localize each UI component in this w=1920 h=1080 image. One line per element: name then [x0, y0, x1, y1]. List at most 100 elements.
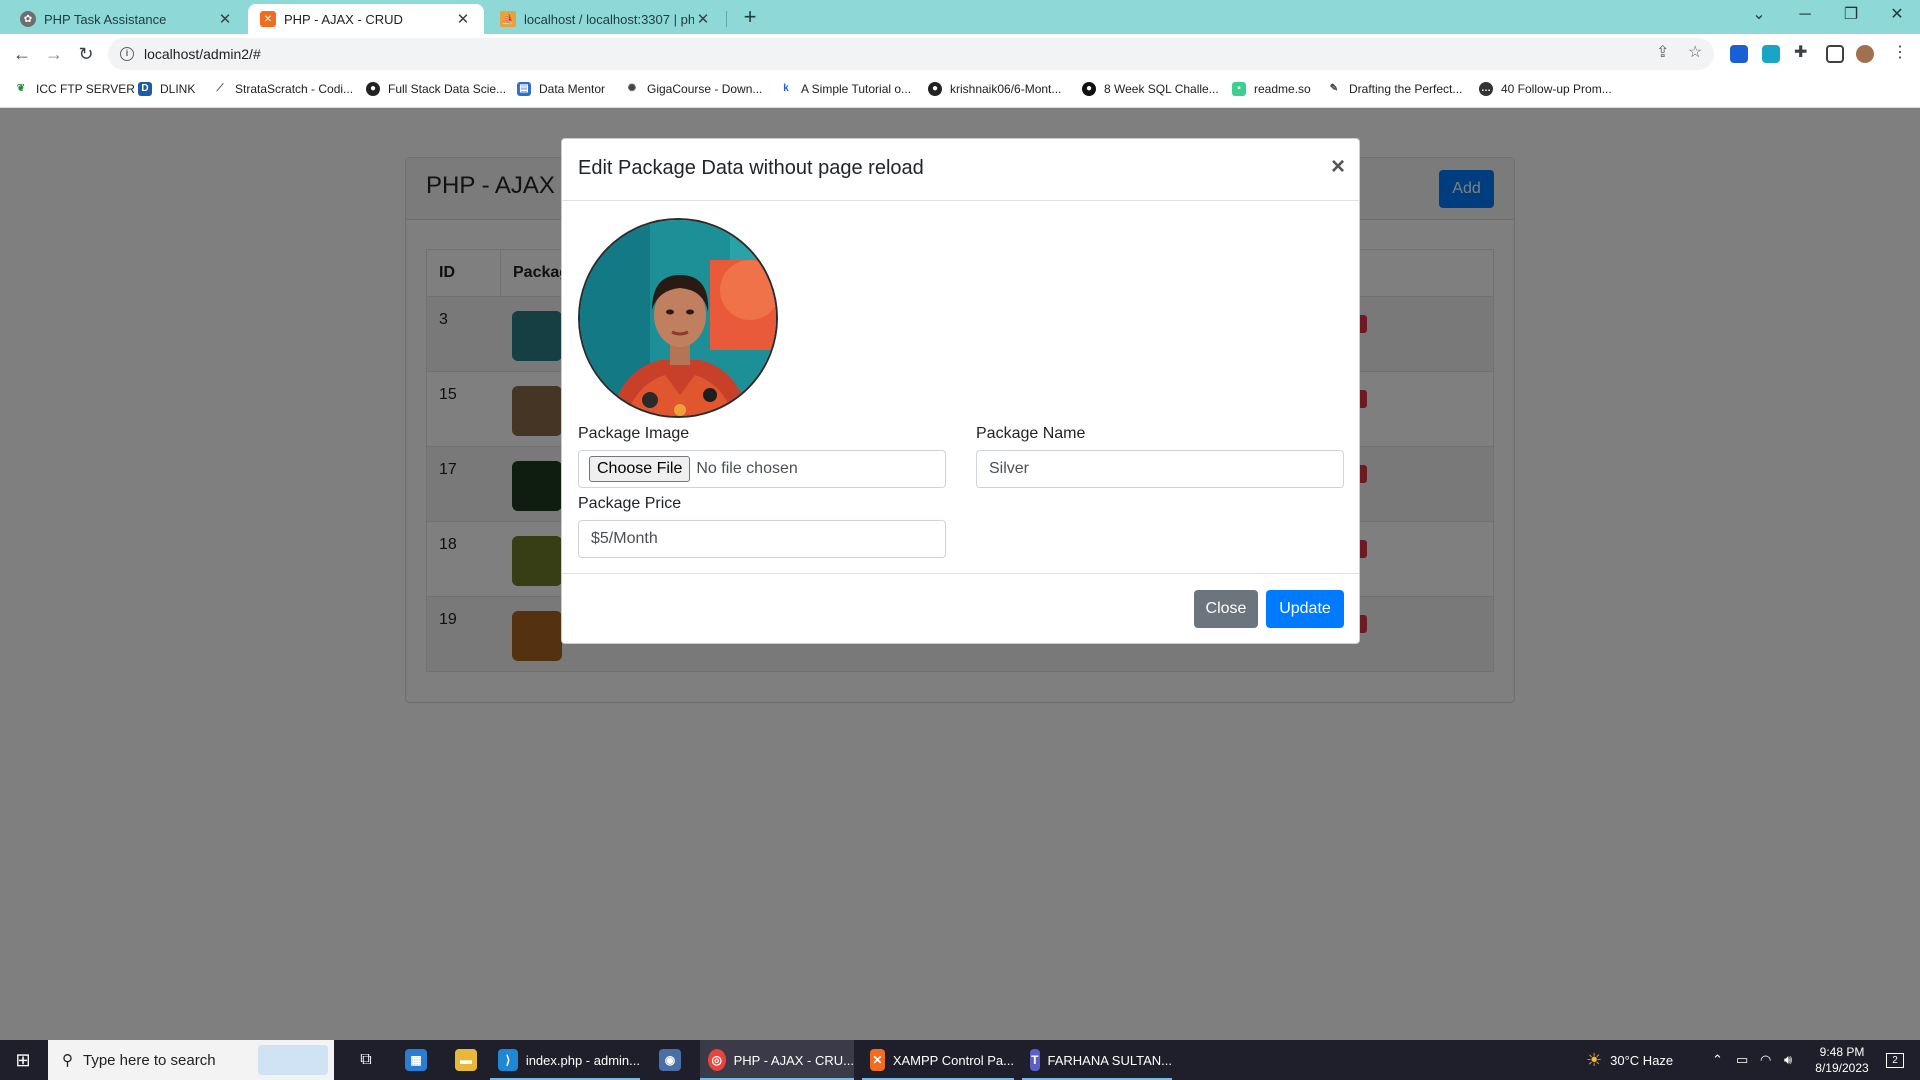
address-bar[interactable]: i localhost/admin2/# [108, 38, 1714, 70]
window-close-button[interactable]: ✕ [1874, 0, 1920, 30]
weather-widget[interactable]: ☀ 30°C Haze [1586, 1040, 1673, 1080]
portrait-photo [580, 220, 776, 416]
close-icon[interactable]: ✕ [216, 10, 234, 28]
tab-php-ajax-crud[interactable]: ✕ PHP - AJAX - CRUD ✕ [248, 4, 484, 34]
package-name-value: Silver [989, 460, 1030, 477]
tab-php-task-assistance[interactable]: ✿ PHP Task Assistance ✕ [8, 4, 246, 34]
minimize-button[interactable]: ─ [1782, 0, 1828, 30]
browser-toolbar: ← → ↻ i localhost/admin2/# ⇪ ☆ ✚ ⋮ [0, 34, 1920, 75]
forward-arrow-icon[interactable]: → [40, 40, 68, 68]
clock-date: 8/19/2023 [1815, 1061, 1869, 1075]
store-icon: ▦ [405, 1049, 427, 1071]
xampp-icon: ✕ [870, 1049, 885, 1071]
bookmark-label: DLINK [160, 82, 196, 96]
bookmark-full-stack[interactable]: ● Full Stack Data Scie... [366, 82, 506, 96]
tray-chevron-icon[interactable]: ⌃ [1712, 1040, 1723, 1080]
package-name-label: Package Name [976, 425, 1086, 442]
package-name-input[interactable]: Silver [976, 450, 1344, 488]
extensions-puzzle-icon[interactable]: ✚ [1794, 42, 1807, 62]
windows-start-icon[interactable]: ⊞ [0, 1040, 46, 1080]
close-icon[interactable]: × [1331, 153, 1345, 181]
site-info-icon[interactable]: i [120, 47, 134, 61]
tab-search-chevron-icon[interactable]: ⌄ [1736, 0, 1782, 30]
bookmark-label: Full Stack Data Scie... [388, 82, 507, 96]
package-image-preview [578, 218, 778, 418]
bookmark-label: readme.so [1254, 82, 1311, 96]
clock[interactable]: 9:48 PM 8/19/2023 [1810, 1040, 1874, 1080]
windows-taskbar: ⊞ ⚲ Type here to search ⧉ ▦ ▬ ⟩ index.ph… [0, 1040, 1920, 1080]
choose-file-button[interactable]: Choose File [589, 456, 691, 482]
bookmark-data-mentor[interactable]: ▤ Data Mentor [517, 82, 605, 96]
package-image-label: Package Image [578, 425, 690, 442]
side-panel-icon[interactable] [1826, 45, 1844, 63]
menu-kebab-icon[interactable]: ⋮ [1892, 42, 1908, 62]
bookmark-label: krishnaik06/6-Mont... [950, 82, 1062, 96]
bookmark-label: GigaCourse - Down... [647, 82, 763, 96]
search-placeholder: Type here to search [83, 1051, 216, 1069]
openai-icon: ✿ [20, 11, 36, 27]
bookmark-gigacourse[interactable]: ✺ GigaCourse - Down... [625, 82, 762, 96]
weather-text: 30°C Haze [1610, 1052, 1674, 1068]
data-mentor-icon: ▤ [517, 82, 531, 96]
bookmark-star-icon[interactable]: ☆ [1688, 42, 1702, 62]
taskbar-app-label: FARHANA SULTAN... [1047, 1052, 1173, 1068]
bookmark-stratascratch[interactable]: ⟋ StrataScratch - Codi... [213, 82, 353, 96]
taskbar-app-label: index.php - admin... [525, 1052, 640, 1068]
task-view-icon[interactable]: ⧉ [346, 1040, 386, 1080]
file-explorer-icon[interactable]: ▬ [446, 1040, 486, 1080]
volume-icon[interactable]: 🔊︎ [1784, 1040, 1792, 1080]
reload-icon[interactable]: ↻ [72, 40, 100, 68]
url-text: localhost/admin2/# [144, 46, 261, 62]
bookmark-follow-up[interactable]: … 40 Follow-up Prom... [1479, 82, 1612, 96]
close-button[interactable]: Close [1194, 590, 1258, 628]
profile-avatar[interactable] [1856, 45, 1874, 63]
taskbar-search-box[interactable]: ⚲ Type here to search [48, 1040, 334, 1080]
bookmark-krishnaik[interactable]: ● krishnaik06/6-Mont... [928, 82, 1061, 96]
tab-title: PHP Task Assistance [44, 11, 167, 27]
package-price-input[interactable]: $5/Month [578, 520, 946, 558]
bookmark-icc-ftp[interactable]: ❦ ICC FTP SERVER [14, 82, 135, 96]
update-button[interactable]: Update [1266, 590, 1344, 628]
meet-now-icon[interactable]: ▭ [1736, 1040, 1748, 1080]
chrome-icon: ◎ [708, 1049, 726, 1071]
network-icon[interactable]: ◠ [1760, 1040, 1771, 1080]
tab-phpmyadmin[interactable]: ⛵ localhost / localhost:3307 | phpM ✕ [488, 4, 724, 34]
taskbar-app-label: PHP - AJAX - CRU... [733, 1052, 854, 1068]
stratascratch-icon: ⟋ [213, 82, 227, 96]
gigacourse-icon: ✺ [625, 82, 639, 96]
pgadmin-icon[interactable]: ◉ [650, 1040, 690, 1080]
globe-icon: ● [366, 82, 380, 96]
leaf-icon: ❦ [14, 82, 28, 96]
translate-extension-icon[interactable] [1762, 45, 1780, 63]
bookmark-8-week-sql[interactable]: ● 8 Week SQL Challe... [1082, 82, 1219, 96]
restore-button[interactable]: ❐ [1828, 0, 1874, 30]
elephant-icon: ◉ [659, 1049, 681, 1071]
bookmark-simple-tutorial[interactable]: k A Simple Tutorial o... [779, 82, 911, 96]
taskbar-app-chrome[interactable]: ◎ PHP - AJAX - CRU... [700, 1040, 854, 1080]
taskbar-app-teams[interactable]: T FARHANA SULTAN... [1022, 1040, 1172, 1080]
new-tab-button[interactable]: + [736, 4, 764, 32]
folder-icon: ▬ [455, 1049, 477, 1071]
package-image-file-input[interactable]: Choose File No file chosen [578, 450, 946, 488]
bitwarden-extension-icon[interactable] [1730, 45, 1748, 63]
tab-title: PHP - AJAX - CRUD [284, 11, 403, 27]
close-icon[interactable]: ✕ [694, 10, 712, 28]
back-arrow-icon[interactable]: ← [8, 40, 36, 68]
taskbar-app-xampp[interactable]: ✕ XAMPP Control Pa... [862, 1040, 1014, 1080]
teams-icon: T [1030, 1049, 1040, 1071]
close-icon[interactable]: ✕ [454, 10, 472, 28]
no-file-chosen-text: No file chosen [696, 460, 798, 477]
taskbar-app-vscode[interactable]: ⟩ index.php - admin... [490, 1040, 640, 1080]
tab-separator [726, 11, 727, 27]
modal-footer: Close Update [562, 573, 1359, 645]
chat-icon: … [1479, 82, 1493, 96]
notification-center-icon[interactable]: 2 [1880, 1040, 1910, 1080]
bookmark-readme[interactable]: ▪ readme.so [1232, 82, 1311, 96]
modal-header: Edit Package Data without page reload × [562, 139, 1359, 201]
bookmark-dlink[interactable]: D DLINK [138, 82, 195, 96]
microsoft-store-icon[interactable]: ▦ [396, 1040, 436, 1080]
share-icon[interactable]: ⇪ [1656, 42, 1669, 62]
readme-icon: ▪ [1232, 82, 1246, 96]
bookmark-drafting[interactable]: ✎ Drafting the Perfect... [1327, 82, 1462, 96]
edit-package-modal: Edit Package Data without page reload × … [561, 138, 1360, 644]
